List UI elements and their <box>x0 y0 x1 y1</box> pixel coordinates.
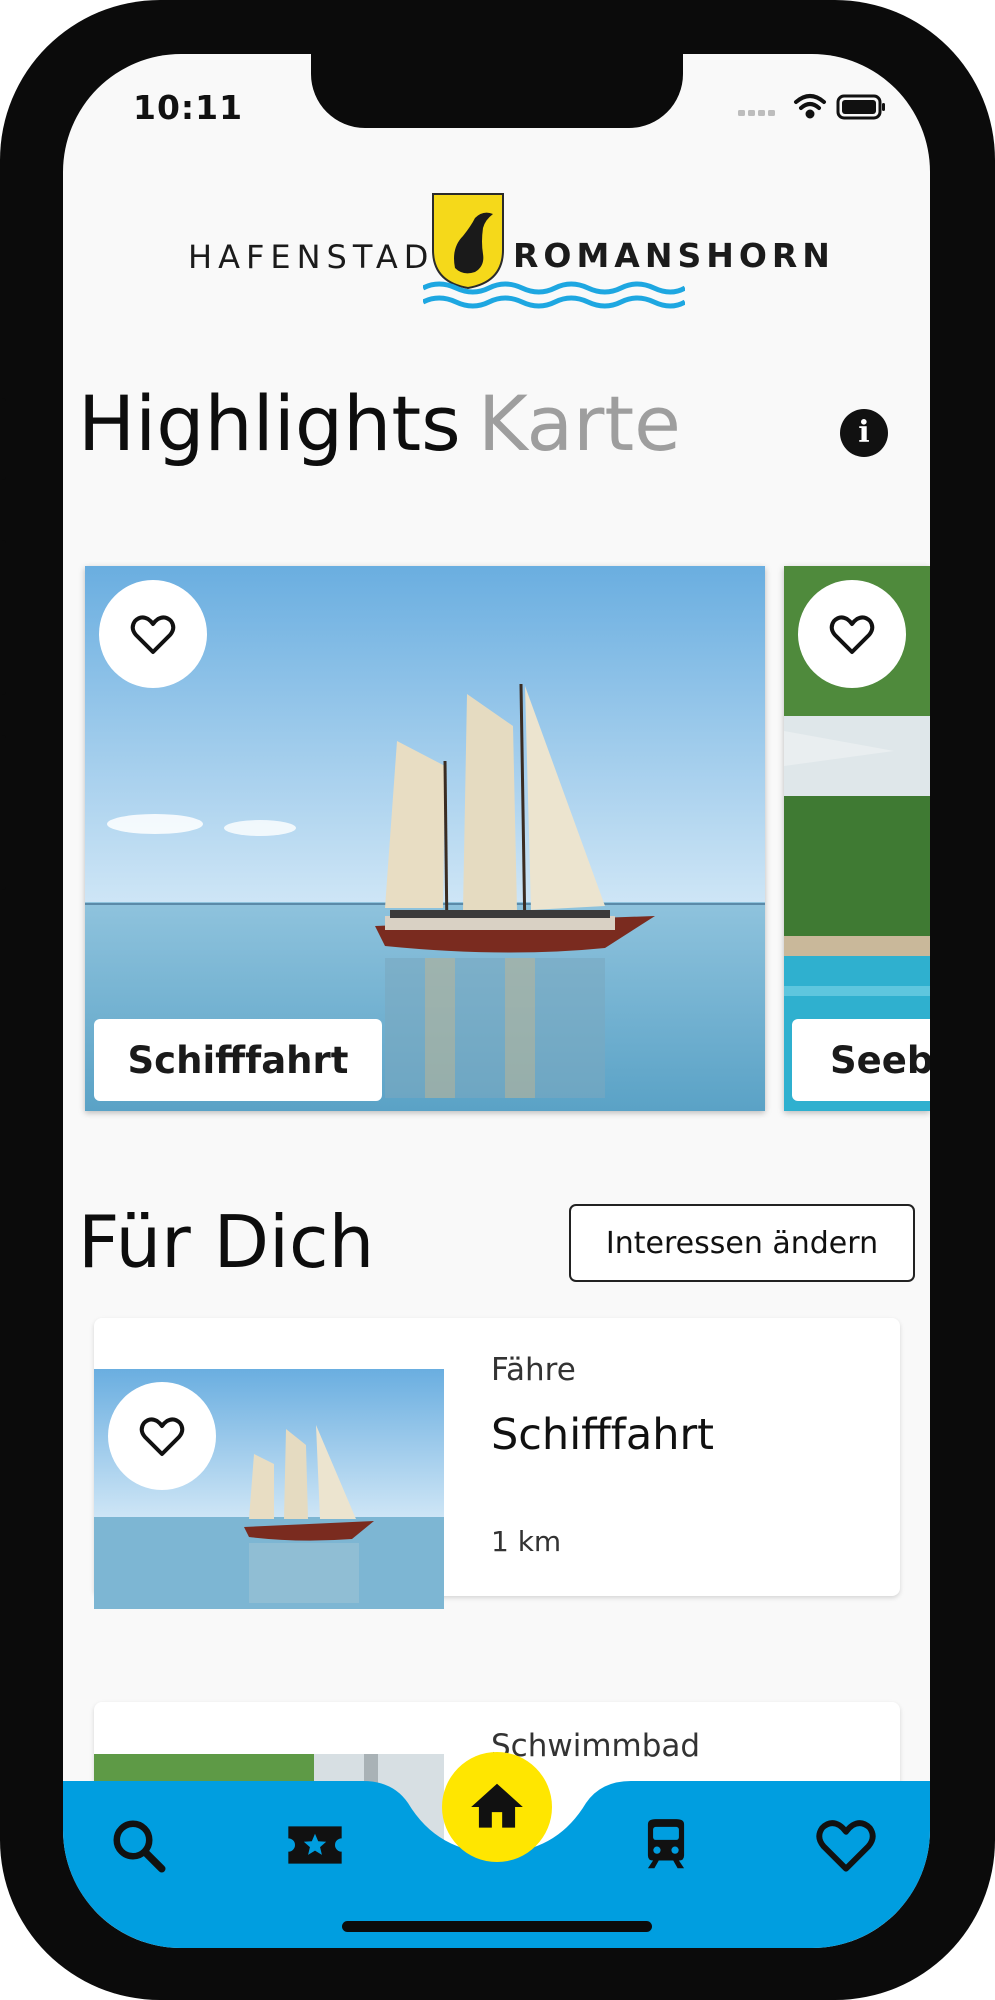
nav-search-button[interactable] <box>103 1810 173 1880</box>
home-icon <box>471 1783 523 1828</box>
ticket-star-icon <box>288 1826 342 1864</box>
logo-text-left: HAFENSTADT <box>188 238 460 276</box>
nav-transport-button[interactable] <box>631 1810 701 1880</box>
battery-icon <box>836 94 885 120</box>
side-button-silent <box>0 398 6 480</box>
side-button-volume-down <box>0 735 6 890</box>
heart-icon <box>816 1820 876 1872</box>
wifi-icon <box>794 94 826 119</box>
app-screen: 10:11 HAFENSTADT ROMANSHORN Highlights K… <box>63 54 930 1948</box>
signal-icon <box>738 110 775 116</box>
tab-highlights[interactable]: Highlights <box>78 386 461 462</box>
change-interests-button[interactable]: Interessen ändern <box>569 1204 915 1282</box>
item-distance: 1 km <box>491 1525 562 1558</box>
highlight-card[interactable]: Seeb <box>784 566 930 1111</box>
section-title-fuer-dich: Für Dich <box>78 1200 375 1284</box>
tab-karte[interactable]: Karte <box>478 386 681 462</box>
nav-events-button[interactable] <box>280 1810 350 1880</box>
info-button[interactable]: i <box>840 409 888 457</box>
highlight-label: Seeb <box>792 1019 930 1101</box>
nav-favorites-button[interactable] <box>811 1810 881 1880</box>
list-item[interactable]: Fähre Schifffahrt 1 km <box>94 1318 900 1609</box>
train-icon <box>647 1819 685 1869</box>
heart-icon <box>130 615 176 654</box>
favorite-button[interactable] <box>798 580 906 688</box>
highlight-label-text: Schifffahrt <box>127 1038 349 1082</box>
logo-text-right: ROMANSHORN <box>513 236 835 275</box>
highlight-label-text: Seeb <box>830 1038 930 1082</box>
favorite-button[interactable] <box>108 1382 216 1490</box>
heart-icon <box>829 615 875 654</box>
search-icon <box>113 1820 166 1873</box>
info-icon: i <box>858 415 870 450</box>
home-indicator <box>342 1921 652 1932</box>
status-time: 10:11 <box>133 88 244 127</box>
item-category: Fähre <box>491 1352 576 1388</box>
side-button-volume-up <box>0 540 6 695</box>
item-title: Schifffahrt <box>491 1410 715 1460</box>
nav-home-button[interactable] <box>442 1752 552 1862</box>
highlight-label: Schifffahrt <box>94 1019 382 1101</box>
favorite-button[interactable] <box>99 580 207 688</box>
status-icons <box>738 88 888 128</box>
heart-icon <box>139 1417 185 1456</box>
notch <box>311 54 683 128</box>
wave-icon <box>423 281 685 309</box>
highlight-card[interactable]: Schifffahrt <box>85 566 765 1111</box>
